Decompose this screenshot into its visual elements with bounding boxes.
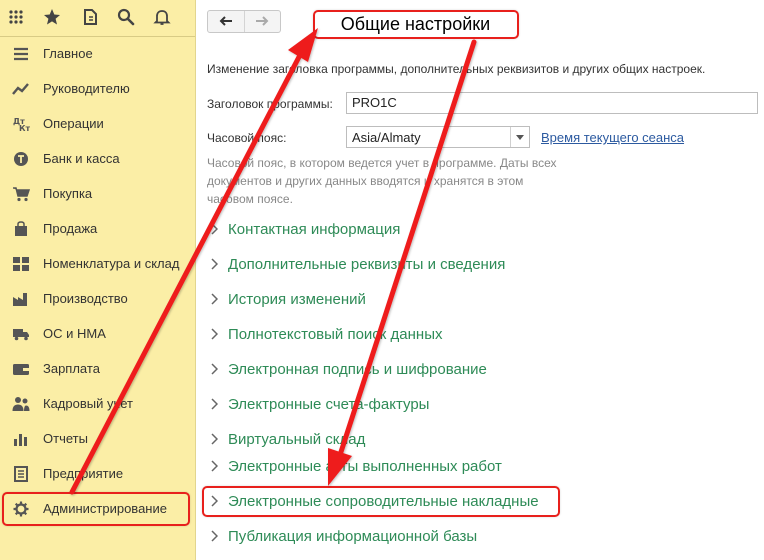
chevron-right-icon xyxy=(210,363,228,375)
sidebar-item-label: Отчеты xyxy=(43,431,88,446)
apps-grid-icon[interactable] xyxy=(5,6,27,28)
sidebar-item-label: ОС и НМА xyxy=(43,326,106,341)
sidebar-item-reports[interactable]: Отчеты xyxy=(0,421,195,456)
sidebar-item-label: Покупка xyxy=(43,186,93,201)
hint-line: часовом поясе. xyxy=(207,192,293,206)
section-label: История изменений xyxy=(228,290,366,308)
truck-icon xyxy=(12,325,30,343)
search-icon[interactable] xyxy=(115,6,137,28)
sidebar-item-purchase[interactable]: Покупка xyxy=(0,176,195,211)
section-label: Полнотекстовый поиск данных xyxy=(228,325,443,343)
cart-icon xyxy=(12,185,30,203)
session-time-link[interactable]: Время текущего сеанса xyxy=(541,130,684,145)
section-virtual-warehouse[interactable]: Виртуальный склад xyxy=(210,428,365,450)
chevron-right-icon xyxy=(210,433,228,445)
sidebar-item-label: Главное xyxy=(43,46,93,61)
history-icon[interactable] xyxy=(79,6,101,28)
sidebar-item-hr[interactable]: Кадровый учет xyxy=(0,386,195,421)
sidebar-item-assets[interactable]: ОС и НМА xyxy=(0,316,195,351)
timezone-select[interactable]: Asia/Almaty xyxy=(346,126,530,148)
sidebar-item-salary[interactable]: Зарплата xyxy=(0,351,195,386)
bar-chart-icon xyxy=(12,430,30,448)
sidebar-item-label: Кадровый учет xyxy=(43,396,133,411)
svg-text:Кт: Кт xyxy=(19,124,30,132)
section-label: Электронные счета-фактуры xyxy=(228,395,430,413)
sidebar-item-enterprise[interactable]: Предприятие xyxy=(0,456,195,491)
sidebar-item-manager[interactable]: Руководителю xyxy=(0,71,195,106)
blocks-icon xyxy=(12,255,30,273)
chevron-right-icon xyxy=(210,460,228,472)
sidebar-item-label: Банк и касса xyxy=(43,151,120,166)
highlight-frame xyxy=(2,492,190,526)
sidebar-item-label: Зарплата xyxy=(43,361,100,376)
section-change-history[interactable]: История изменений xyxy=(210,288,366,310)
menu-lines-icon xyxy=(12,45,30,63)
wallet-icon xyxy=(12,360,30,378)
people-icon xyxy=(12,395,30,413)
hint-line: Часовой пояс, в котором ведется учет в п… xyxy=(207,156,557,170)
section-e-acts[interactable]: Электронные акты выполненных работ xyxy=(210,455,502,477)
chevron-right-icon xyxy=(210,398,228,410)
section-label: Электронные акты выполненных работ xyxy=(228,457,502,475)
sidebar-item-sales[interactable]: Продажа xyxy=(0,211,195,246)
arrow-left-icon xyxy=(219,13,233,31)
section-label: Виртуальный склад xyxy=(228,430,366,448)
sidebar-item-label: Номенклатура и склад xyxy=(43,256,180,271)
highlight-frame xyxy=(202,486,560,517)
section-fulltext-search[interactable]: Полнотекстовый поиск данных xyxy=(210,323,442,345)
bag-icon xyxy=(12,220,30,238)
sidebar-item-label: Операции xyxy=(43,116,104,131)
page-description: Изменение заголовка программы, дополните… xyxy=(207,62,706,76)
sidebar-item-label: Руководителю xyxy=(43,81,130,96)
sidebar-item-operations[interactable]: Дт Кт Операции xyxy=(0,106,195,141)
chevron-right-icon xyxy=(210,328,228,340)
section-label: Электронная подпись и шифрование xyxy=(228,360,487,378)
sidebar-item-production[interactable]: Производство xyxy=(0,281,195,316)
building-icon xyxy=(12,465,30,483)
section-label: Публикация информационной базы xyxy=(228,527,478,545)
sidebar-item-label: Производство xyxy=(43,291,128,306)
section-additional-attributes[interactable]: Дополнительные реквизиты и сведения xyxy=(210,253,505,275)
forward-button[interactable] xyxy=(243,11,281,32)
chevron-right-icon xyxy=(210,258,228,270)
trend-icon xyxy=(12,80,30,98)
hint-line: документов и других данных вводятся и хр… xyxy=(207,174,524,188)
chevron-down-icon[interactable] xyxy=(510,127,529,147)
section-e-invoices[interactable]: Электронные счета-фактуры xyxy=(210,393,429,415)
sidebar-item-main[interactable]: Главное xyxy=(0,36,195,71)
bell-icon[interactable] xyxy=(151,6,173,28)
program-title-label: Заголовок программы: xyxy=(207,97,333,111)
chevron-right-icon xyxy=(210,530,228,542)
sidebar-item-label: Продажа xyxy=(43,221,98,236)
section-label: Дополнительные реквизиты и сведения xyxy=(228,255,506,273)
debit-credit-icon: Дт Кт xyxy=(12,115,30,133)
chevron-right-icon xyxy=(210,293,228,305)
arrow-right-icon xyxy=(255,13,269,31)
timezone-value: Asia/Almaty xyxy=(352,130,421,145)
section-digital-signature[interactable]: Электронная подпись и шифрование xyxy=(210,358,487,380)
program-title-input[interactable]: PRO1C xyxy=(346,92,758,114)
chevron-right-icon xyxy=(210,223,228,235)
sidebar-item-warehouse[interactable]: Номенклатура и склад xyxy=(0,246,195,281)
back-button[interactable] xyxy=(208,11,244,32)
section-label: Контактная информация xyxy=(228,220,401,238)
section-infobase-publication[interactable]: Публикация информационной базы xyxy=(210,525,477,547)
top-toolbar xyxy=(0,0,195,37)
highlight-frame xyxy=(313,10,519,39)
factory-icon xyxy=(12,290,30,308)
star-icon[interactable] xyxy=(41,6,63,28)
section-contact-info[interactable]: Контактная информация xyxy=(210,218,400,240)
sidebar-item-bank[interactable]: Банк и касса xyxy=(0,141,195,176)
sidebar-item-label: Предприятие xyxy=(43,466,124,481)
timezone-hint: Часовой пояс, в котором ведется учет в п… xyxy=(207,154,607,208)
coin-icon xyxy=(12,150,30,168)
timezone-label: Часовой пояс: xyxy=(207,131,287,145)
history-nav xyxy=(207,10,281,33)
